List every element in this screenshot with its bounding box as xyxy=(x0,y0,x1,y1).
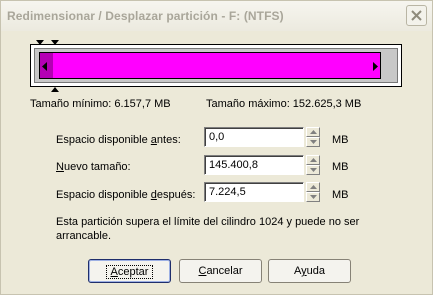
spin-down-icon xyxy=(310,168,317,172)
space-before-up-button[interactable] xyxy=(306,127,320,137)
space-before-input[interactable]: 0,0 xyxy=(204,127,304,147)
min-size-label: Tamaño mínimo: 6.157,7 MB xyxy=(30,98,171,110)
space-before-spinner[interactable] xyxy=(306,127,320,147)
spin-up-icon xyxy=(310,158,317,162)
space-after-input[interactable]: 7.224,5 xyxy=(204,182,304,202)
space-after-spinner[interactable] xyxy=(306,182,320,202)
space-after-up-button[interactable] xyxy=(306,182,320,192)
space-before-unit: MB xyxy=(332,134,349,146)
left-resize-handle-icon[interactable] xyxy=(42,62,47,71)
max-size-label: Tamaño máximo: 152.625,3 MB xyxy=(206,98,362,110)
partition-bar[interactable] xyxy=(30,44,402,87)
new-size-up-button[interactable] xyxy=(306,155,320,165)
new-size-down-button[interactable] xyxy=(306,165,320,175)
space-after-label: Espacio disponible después: xyxy=(56,189,196,201)
help-button[interactable]: Ayuda xyxy=(268,259,351,283)
new-size-label: Nuevo tamaño: xyxy=(56,161,131,173)
close-button[interactable] xyxy=(406,5,427,26)
space-before-label: Espacio disponible antes: xyxy=(56,134,181,146)
cancel-button[interactable]: Cancelar xyxy=(179,259,262,283)
space-before-down-button[interactable] xyxy=(306,137,320,147)
right-resize-handle-icon[interactable] xyxy=(373,62,378,71)
close-icon xyxy=(411,10,422,21)
cylinder-warning-text: Esta partición supera el límite del cili… xyxy=(56,216,360,242)
spin-up-icon xyxy=(310,130,317,134)
ok-button[interactable]: Aceptar xyxy=(88,259,171,283)
window-title: Redimensionar / Desplazar partición - F:… xyxy=(7,9,284,23)
partition-block[interactable] xyxy=(39,52,381,79)
space-after-down-button[interactable] xyxy=(306,192,320,202)
resize-partition-dialog: Redimensionar / Desplazar partición - F:… xyxy=(0,0,433,295)
new-size-spinner[interactable] xyxy=(306,155,320,175)
space-after-unit: MB xyxy=(332,189,349,201)
title-bar[interactable]: Redimensionar / Desplazar partición - F:… xyxy=(1,1,432,31)
new-size-input[interactable]: 145.400,8 xyxy=(204,155,304,175)
partition-track xyxy=(34,48,398,83)
spin-down-icon xyxy=(310,140,317,144)
min-marker-bottom xyxy=(51,87,59,92)
new-size-unit: MB xyxy=(332,161,349,173)
spin-up-icon xyxy=(310,185,317,189)
spin-down-icon xyxy=(310,195,317,199)
